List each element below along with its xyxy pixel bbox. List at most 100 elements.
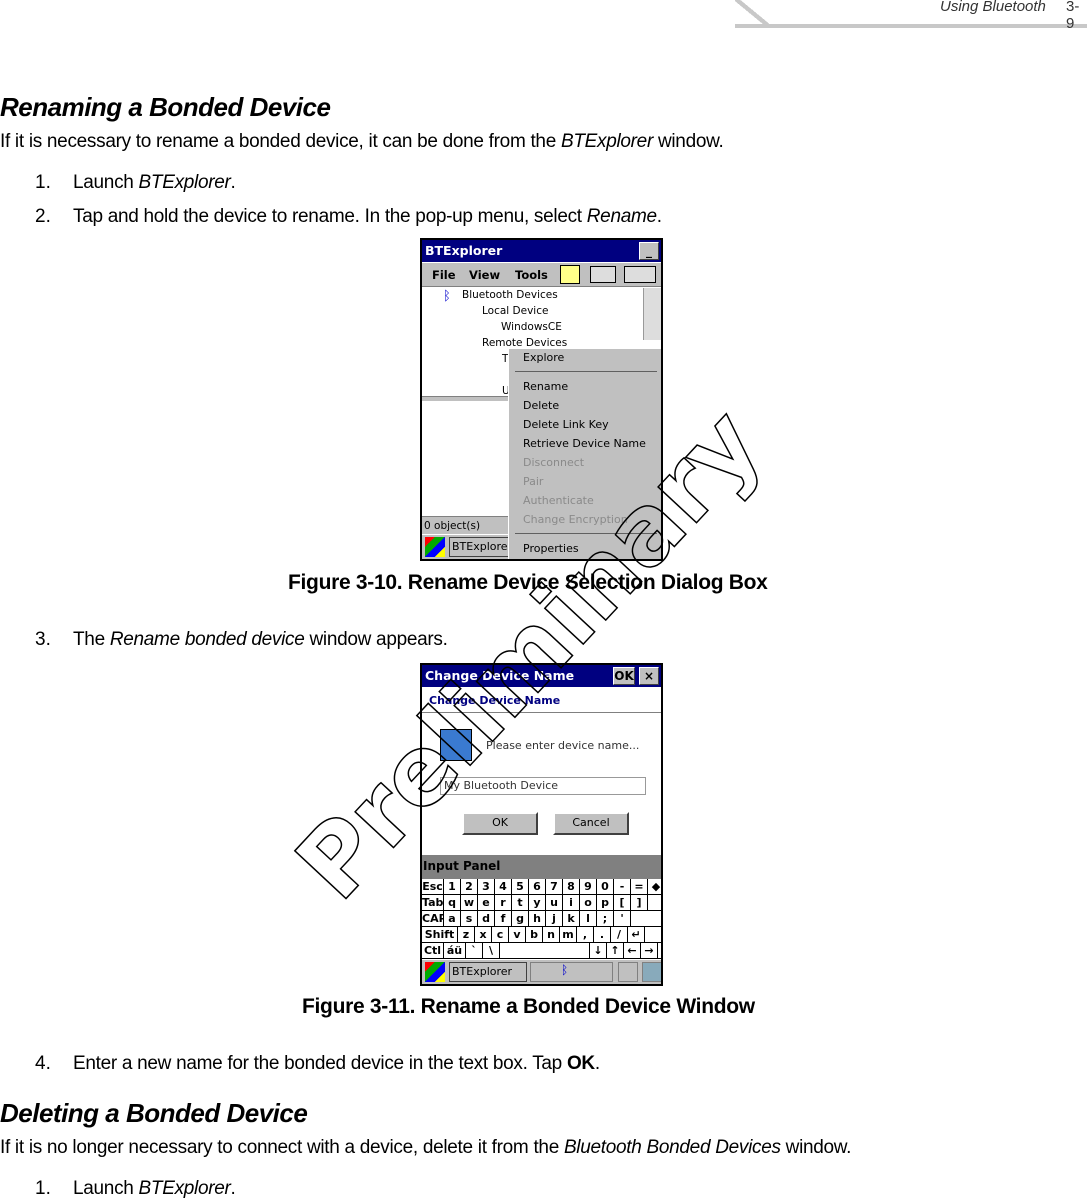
menu-tools[interactable]: Tools <box>515 268 548 282</box>
menu-item-retrieve-device-name[interactable]: Retrieve Device Name <box>523 437 646 450</box>
key[interactable]: 8 <box>563 879 580 894</box>
key[interactable]: q <box>444 895 461 910</box>
key[interactable]: 0 <box>597 879 614 894</box>
key[interactable]: 6 <box>529 879 546 894</box>
bluetooth-icon: ᛒ <box>443 289 451 304</box>
key[interactable]: → <box>641 943 658 958</box>
view-icon[interactable] <box>624 266 656 283</box>
key[interactable]: d <box>478 911 495 926</box>
menu-item-delete[interactable]: Delete <box>523 399 559 412</box>
key[interactable]: o <box>580 895 597 910</box>
key[interactable]: 1 <box>444 879 461 894</box>
key[interactable]: t <box>512 895 529 910</box>
key[interactable]: y <box>529 895 546 910</box>
menu-item-rename[interactable]: Rename <box>523 380 568 393</box>
key[interactable]: 5 <box>512 879 529 894</box>
key[interactable]: u <box>546 895 563 910</box>
taskbar: BTExplorer ᛒ <box>422 959 661 984</box>
key[interactable]: g <box>512 911 529 926</box>
key[interactable]: 9 <box>580 879 597 894</box>
tree-item[interactable]: Bluetooth Devices <box>462 289 558 301</box>
key[interactable]: Ctl <box>422 943 444 958</box>
key[interactable]: ; <box>597 911 614 926</box>
key[interactable]: . <box>594 927 611 942</box>
key[interactable]: ← <box>624 943 641 958</box>
ok-button[interactable]: OK <box>462 812 538 835</box>
key[interactable]: , <box>577 927 594 942</box>
menu-item-delete-link-key[interactable]: Delete Link Key <box>523 418 609 431</box>
key[interactable]: v <box>509 927 526 942</box>
key[interactable]: \ <box>483 943 500 958</box>
key[interactable]: = <box>631 879 648 894</box>
keyboard-icon[interactable] <box>618 962 638 982</box>
key[interactable]: c <box>492 927 509 942</box>
key[interactable]: n <box>543 927 560 942</box>
key[interactable]: Esc <box>422 879 444 894</box>
key[interactable]: w <box>461 895 478 910</box>
key[interactable]: - <box>614 879 631 894</box>
key[interactable]: b <box>526 927 543 942</box>
tree-item[interactable]: WindowsCE <box>501 321 562 333</box>
key[interactable]: [ <box>614 895 631 910</box>
key[interactable] <box>500 943 590 958</box>
key[interactable]: ↑ <box>607 943 624 958</box>
key[interactable]: k <box>563 911 580 926</box>
key[interactable]: f <box>495 911 512 926</box>
key[interactable]: / <box>611 927 628 942</box>
key[interactable]: Tab <box>422 895 444 910</box>
sort-icon[interactable] <box>590 266 616 283</box>
figure-caption: Figure 3-10. Rename Device Selection Dia… <box>288 571 768 594</box>
page-number: 3-9 <box>1066 0 1080 32</box>
key[interactable]: ↵ <box>628 927 645 942</box>
minimize-button[interactable]: _ <box>639 242 659 260</box>
bluetooth-tray-icon[interactable]: ᛒ <box>530 962 613 982</box>
key[interactable]: 3 <box>478 879 495 894</box>
key[interactable]: CAP <box>422 911 444 926</box>
menu-item-disconnect: Disconnect <box>523 456 585 469</box>
key[interactable]: a <box>444 911 461 926</box>
start-icon[interactable] <box>425 537 445 557</box>
context-menu: Explore Rename Delete Delete Link Key Re… <box>508 348 661 559</box>
key[interactable]: ] <box>631 895 648 910</box>
key[interactable]: Shift <box>422 927 458 942</box>
menu-item-properties[interactable]: Properties <box>523 542 579 555</box>
step-number: 1. <box>35 172 51 193</box>
menu-view[interactable]: View <box>469 268 500 282</box>
start-icon[interactable] <box>425 962 445 982</box>
key[interactable]: s <box>461 911 478 926</box>
cancel-button[interactable]: Cancel <box>553 812 629 835</box>
device-name-input[interactable]: My Bluetooth Device <box>440 777 646 795</box>
key[interactable]: ◆ <box>648 879 661 894</box>
key[interactable]: h <box>529 911 546 926</box>
key[interactable]: z <box>458 927 475 942</box>
key[interactable]: ↓ <box>590 943 607 958</box>
ok-title-button[interactable]: OK <box>613 667 635 685</box>
key[interactable]: e <box>478 895 495 910</box>
key[interactable]: x <box>475 927 492 942</box>
key[interactable]: m <box>560 927 577 942</box>
key[interactable]: j <box>546 911 563 926</box>
key[interactable]: ' <box>614 911 631 926</box>
key[interactable]: 4 <box>495 879 512 894</box>
tree-item[interactable]: Local Device <box>482 305 548 317</box>
menu-item-explore[interactable]: Explore <box>523 351 564 364</box>
scrollbar[interactable] <box>643 288 661 340</box>
close-button[interactable]: × <box>639 667 659 685</box>
folder-up-icon[interactable] <box>560 265 580 284</box>
figure-caption: Figure 3-11. Rename a Bonded Device Wind… <box>302 995 755 1018</box>
key[interactable]: p <box>597 895 614 910</box>
intro: If it is no longer necessary to connect … <box>0 1137 852 1158</box>
key[interactable]: r <box>495 895 512 910</box>
section-heading: Deleting a Bonded Device <box>0 1098 308 1128</box>
taskbar-app[interactable]: BTExplorer <box>449 962 527 982</box>
key[interactable]: 7 <box>546 879 563 894</box>
menu-file[interactable]: File <box>432 268 456 282</box>
input-panel-title: Input Panel <box>422 855 661 879</box>
windows-icon[interactable] <box>642 962 661 982</box>
key[interactable]: áü <box>444 943 466 958</box>
key[interactable]: l <box>580 911 597 926</box>
key[interactable]: i <box>563 895 580 910</box>
step-number: 1. <box>35 1178 51 1199</box>
key[interactable]: ` <box>466 943 483 958</box>
key[interactable]: 2 <box>461 879 478 894</box>
